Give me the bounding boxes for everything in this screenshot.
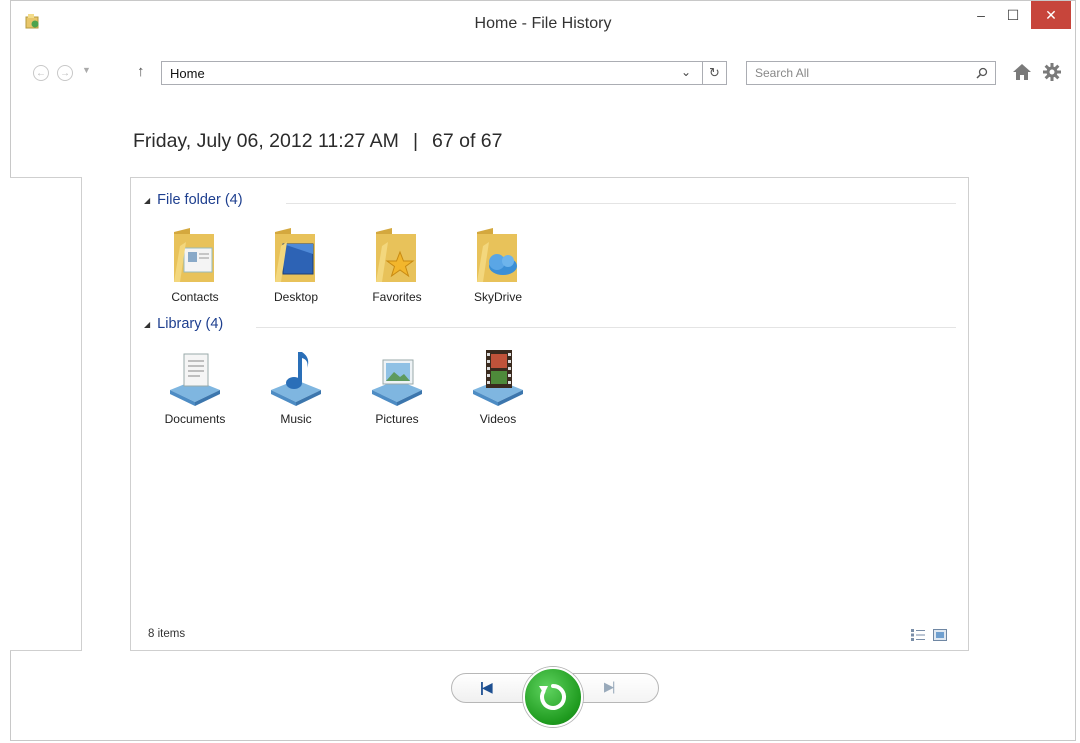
- item-documents[interactable]: Documents: [155, 346, 235, 426]
- maximize-button[interactable]: ☐: [999, 3, 1027, 27]
- back-button[interactable]: ←: [33, 65, 49, 81]
- recent-locations-dropdown[interactable]: ▼: [82, 65, 91, 75]
- collapse-arrow-icon[interactable]: ◢: [144, 196, 150, 205]
- backup-contents-panel: ◢ File folder (4) Contacts Desktop Favor…: [130, 177, 969, 651]
- backup-date: Friday, July 06, 2012 11:27 AM: [133, 130, 399, 152]
- group-header-file-folder[interactable]: ◢ File folder (4): [144, 192, 243, 208]
- previous-version-panel[interactable]: [10, 177, 82, 651]
- group-label: File folder (4): [157, 192, 243, 208]
- next-version-button[interactable]: ▶|: [573, 673, 659, 703]
- item-label: Pictures: [375, 412, 419, 426]
- group-divider: [256, 327, 956, 328]
- close-button[interactable]: ✕: [1031, 1, 1071, 29]
- item-favorites[interactable]: Favorites: [357, 224, 437, 304]
- chevron-down-icon[interactable]: ⌄: [681, 65, 691, 79]
- navigation-toolbar: ← → ▼ ↑ Home ⌄ ↻ Search All: [11, 55, 1075, 91]
- item-music[interactable]: Music: [256, 346, 336, 426]
- item-label: Documents: [164, 412, 226, 426]
- item-videos[interactable]: Videos: [458, 346, 538, 426]
- group-header-library[interactable]: ◢ Library (4): [144, 316, 223, 332]
- contacts-folder-icon: [174, 228, 214, 282]
- item-skydrive[interactable]: SkyDrive: [458, 224, 538, 304]
- title-bar[interactable]: Home - File History – ☐ ✕: [11, 1, 1075, 43]
- restore-button[interactable]: [523, 667, 583, 727]
- details-view-icon[interactable]: [911, 629, 925, 641]
- backup-position: 67 of 67: [432, 130, 503, 152]
- next-icon: ▶|: [604, 679, 615, 694]
- item-label: Contacts: [171, 290, 219, 304]
- previous-icon: |◀: [480, 679, 493, 695]
- up-arrow-icon: ↑: [137, 63, 145, 80]
- item-label: Videos: [479, 412, 517, 426]
- restore-icon: [539, 684, 566, 710]
- address-bar[interactable]: Home ⌄: [161, 61, 703, 85]
- minimize-button[interactable]: –: [967, 3, 995, 27]
- forward-arrow-icon: →: [60, 67, 70, 79]
- group-divider: [286, 203, 956, 204]
- favorites-folder-icon: [376, 228, 416, 282]
- item-label: SkyDrive: [473, 290, 522, 304]
- item-label: Favorites: [372, 290, 422, 304]
- skydrive-folder-icon: [477, 228, 517, 282]
- address-text: Home: [170, 66, 205, 81]
- file-history-window: Home - File History – ☐ ✕ ← → ▼ ↑ Home ⌄…: [10, 0, 1076, 741]
- desktop-folder-icon: [275, 228, 315, 282]
- group-label: Library (4): [157, 316, 224, 332]
- item-desktop[interactable]: Desktop: [256, 224, 336, 304]
- item-pictures[interactable]: Pictures: [357, 346, 437, 426]
- large-icons-view-icon[interactable]: [933, 629, 947, 641]
- search-icon[interactable]: [976, 67, 988, 79]
- refresh-button[interactable]: ↻: [703, 61, 727, 85]
- music-library-icon: [271, 352, 321, 406]
- up-button[interactable]: ↑: [137, 63, 145, 80]
- item-count: 8 items: [148, 628, 186, 640]
- previous-version-button[interactable]: |◀: [451, 673, 533, 703]
- gear-icon[interactable]: [1041, 62, 1063, 82]
- item-label: Desktop: [273, 290, 319, 304]
- home-icon[interactable]: [1011, 62, 1033, 82]
- videos-library-icon: [473, 350, 523, 406]
- window-title: Home - File History: [474, 15, 612, 32]
- collapse-arrow-icon[interactable]: ◢: [144, 320, 150, 329]
- documents-library-icon: [170, 353, 220, 406]
- header-separator: |: [412, 130, 419, 152]
- item-contacts[interactable]: Contacts: [155, 224, 235, 304]
- search-placeholder: Search All: [755, 66, 810, 80]
- refresh-icon: ↻: [709, 65, 720, 80]
- pictures-library-icon: [372, 359, 422, 406]
- search-input[interactable]: Search All: [746, 61, 996, 85]
- forward-button[interactable]: →: [57, 65, 73, 81]
- item-label: Music: [280, 412, 312, 426]
- backup-timestamp: Friday, July 06, 2012 11:27 AM | 67 of 67: [133, 130, 503, 153]
- back-arrow-icon: ←: [36, 67, 46, 79]
